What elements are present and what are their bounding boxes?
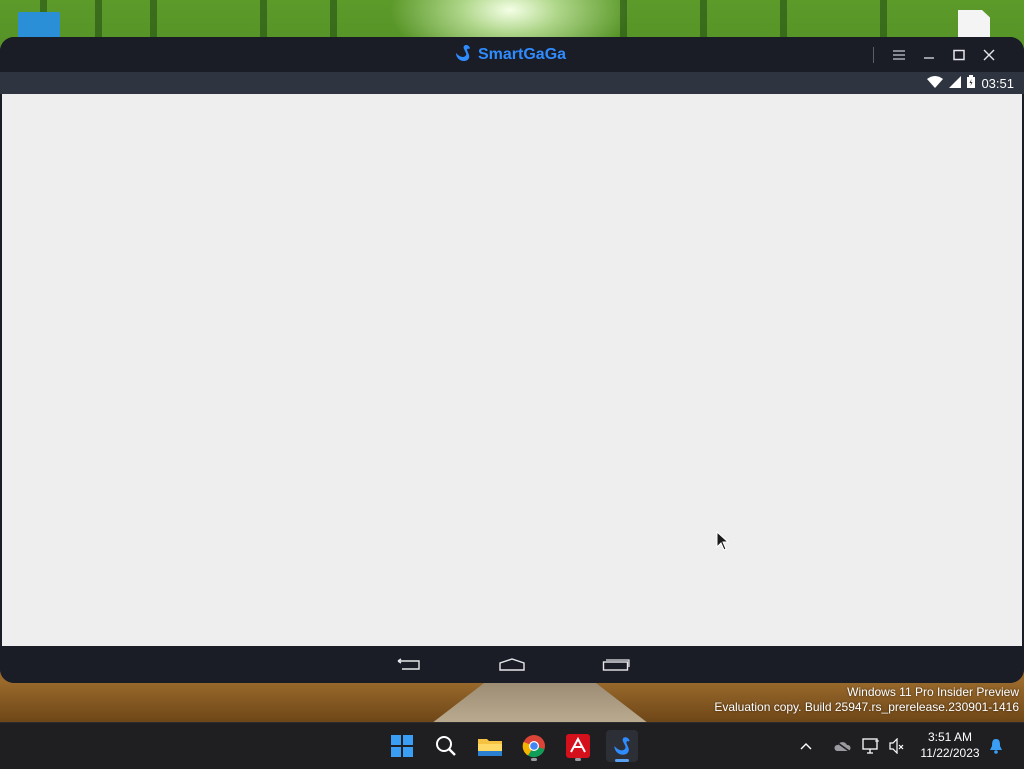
recents-icon[interactable] — [601, 655, 631, 675]
maximize-icon[interactable] — [944, 41, 974, 69]
search-icon[interactable] — [430, 730, 462, 762]
swan-logo-icon — [452, 42, 474, 69]
chrome-icon[interactable] — [518, 730, 550, 762]
battery-icon — [967, 75, 976, 91]
close-icon[interactable] — [974, 41, 1004, 69]
windows-taskbar: 3:51 AM 11/22/2023 — [0, 722, 1024, 769]
taskbar-clock[interactable]: 3:51 AM 11/22/2023 — [912, 729, 988, 761]
clock-date: 11/22/2023 — [920, 746, 980, 760]
window-controls — [873, 41, 1004, 69]
volume-muted-icon[interactable] — [884, 732, 910, 760]
smartgaga-taskbar-icon[interactable] — [606, 730, 638, 762]
clock-time: 3:51 AM — [927, 730, 973, 744]
android-screen[interactable] — [2, 94, 1022, 646]
smartgaga-window: SmartGaGa 03:51 — [0, 37, 1024, 683]
onedrive-icon[interactable] — [826, 732, 858, 760]
system-tray — [796, 723, 910, 769]
back-icon[interactable] — [393, 655, 423, 675]
menu-icon[interactable] — [884, 41, 914, 69]
cellular-signal-icon — [949, 75, 962, 91]
desktop-file-icon[interactable] — [958, 10, 990, 40]
bell-icon[interactable] — [986, 735, 1006, 757]
android-clock: 03:51 — [981, 75, 1014, 91]
minimize-icon[interactable] — [914, 41, 944, 69]
home-icon[interactable] — [497, 655, 527, 675]
watermark-line-1: Windows 11 Pro Insider Preview — [847, 685, 1019, 699]
wifi-icon — [927, 75, 944, 91]
watermark-line-2: Evaluation copy. Build 25947.rs_prerelea… — [714, 700, 1019, 714]
chevron-up-icon[interactable] — [796, 732, 816, 760]
android-status-bar: 03:51 — [0, 72, 1024, 94]
mouse-cursor-icon — [716, 530, 730, 556]
app-title: SmartGaGa — [478, 46, 567, 63]
windows-watermark: Windows 11 Pro Insider Preview Evaluatio… — [714, 685, 1019, 715]
network-icon[interactable] — [858, 732, 884, 760]
windows-start-icon[interactable] — [386, 730, 418, 762]
file-explorer-icon[interactable] — [474, 730, 506, 762]
app-brand: SmartGaGa — [452, 44, 566, 66]
android-nav-bar — [0, 646, 1024, 683]
acrobat-icon[interactable] — [562, 730, 594, 762]
window-titlebar[interactable]: SmartGaGa — [0, 37, 1024, 72]
